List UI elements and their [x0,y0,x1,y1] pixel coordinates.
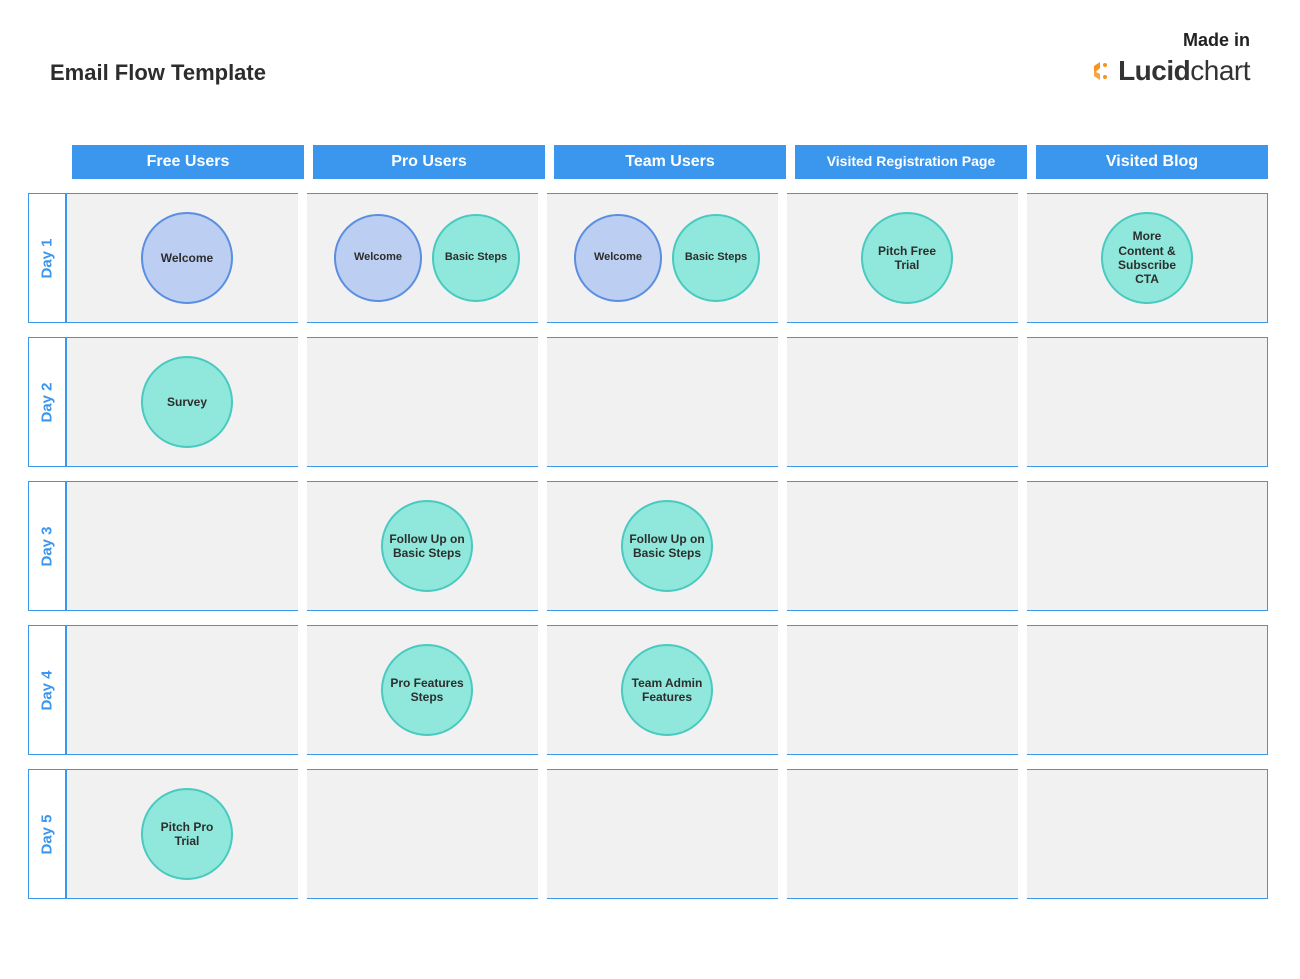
day-label-box: Day 2 [28,337,66,467]
column-header: Pro Users [313,145,545,179]
grid-cell: Follow Up on Basic Steps [307,482,547,610]
lucidchart-logo: Lucidchart [1088,55,1250,87]
flow-node[interactable]: More Content & Subscribe CTA [1101,212,1193,304]
day-label: Day 3 [39,526,56,566]
grid-cell: WelcomeBasic Steps [307,194,547,322]
grid-cell [787,626,1027,754]
flow-node[interactable]: Welcome [141,212,233,304]
grid-cell [1027,770,1267,898]
swimlane: Pitch Pro Trial [66,769,1268,899]
grid-cell [67,626,307,754]
day-label: Day 5 [39,814,56,854]
column-header: Team Users [554,145,786,179]
grid-cell [307,338,547,466]
swimlane: Follow Up on Basic Steps Follow Up on Bas… [66,481,1268,611]
grid-cell: Survey [67,338,307,466]
grid-cell: Pro Features Steps [307,626,547,754]
grid-cell: Pitch Free Trial [787,194,1027,322]
swimlane: WelcomeWelcomeBasic StepsWelcomeBasic St… [66,193,1268,323]
column-header: Visited Registration Page [795,145,1027,179]
grid-cell [1027,482,1267,610]
grid-cell: Pitch Pro Trial [67,770,307,898]
swimlane: Pro Features Steps Team Admin Features [66,625,1268,755]
grid-cell [1027,626,1267,754]
day-row: Day 2 Survey [28,337,1268,467]
day-row: Day 3Follow Up on Basic StepsFollow Up o… [28,481,1268,611]
day-label: Day 2 [39,382,56,422]
column-header: Free Users [72,145,304,179]
flow-node[interactable]: Pitch Pro Trial [141,788,233,880]
lucidchart-wordmark: Lucidchart [1118,55,1250,87]
flow-node[interactable]: Follow Up on Basic Steps [621,500,713,592]
flow-node[interactable]: Pro Features Steps [381,644,473,736]
grid-cell: More Content & Subscribe CTA [1027,194,1267,322]
flow-grid: Free Users Pro Users Team Users Visited Reg… [28,145,1268,913]
lucidchart-icon [1088,59,1112,83]
flow-node[interactable]: Follow Up on Basic Steps [381,500,473,592]
grid-cell [1027,338,1267,466]
grid-cell [787,770,1027,898]
flow-node[interactable]: Basic Steps [672,214,760,302]
day-row: Day 5 Pitch Pro Trial [28,769,1268,899]
rows-container: Day 1WelcomeWelcomeBasic StepsWelcomeBas… [28,193,1268,899]
day-label: Day 4 [39,670,56,710]
day-label-box: Day 5 [28,769,66,899]
flow-node[interactable]: Pitch Free Trial [861,212,953,304]
grid-cell [307,770,547,898]
column-headers-row: Free Users Pro Users Team Users Visited Reg… [72,145,1268,179]
branding: Made in Lucidchart [1088,30,1250,87]
column-header: Visited Blog [1036,145,1268,179]
day-row: Day 4 Pro Features Steps Team Admin Featur… [28,625,1268,755]
grid-cell [547,338,787,466]
day-row: Day 1WelcomeWelcomeBasic StepsWelcomeBas… [28,193,1268,323]
flow-node[interactable]: Basic Steps [432,214,520,302]
flow-node[interactable]: Team Admin Features [621,644,713,736]
header: Email Flow Template Made in Lucidchart [0,0,1300,97]
grid-cell: Team Admin Features [547,626,787,754]
grid-cell: WelcomeBasic Steps [547,194,787,322]
grid-cell: Welcome [67,194,307,322]
grid-cell [67,482,307,610]
flow-node[interactable]: Welcome [334,214,422,302]
grid-cell: Follow Up on Basic Steps [547,482,787,610]
flow-node[interactable]: Welcome [574,214,662,302]
day-label-box: Day 3 [28,481,66,611]
day-label: Day 1 [39,238,56,278]
grid-cell [787,482,1027,610]
made-in-label: Made in [1088,30,1250,51]
grid-cell [787,338,1027,466]
day-label-box: Day 1 [28,193,66,323]
flow-node[interactable]: Survey [141,356,233,448]
page-title: Email Flow Template [50,60,266,86]
day-label-box: Day 4 [28,625,66,755]
grid-cell [547,770,787,898]
swimlane: Survey [66,337,1268,467]
